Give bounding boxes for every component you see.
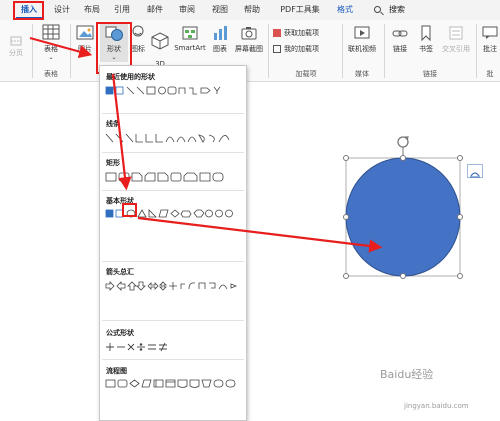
watermark-brand: Baidu经验: [380, 368, 434, 381]
rotate-handle[interactable]: [397, 136, 409, 157]
shapes-gallery-dropdown: 最近使用的形状 {} 线条 矩形: [99, 65, 247, 421]
resize-handle-top-right[interactable]: [457, 155, 463, 161]
gallery-divider: [102, 261, 244, 262]
gallery-heading-arrows: 箭头总汇: [106, 268, 134, 276]
resize-handle-bottom-left[interactable]: [343, 273, 349, 279]
gallery-divider: [102, 190, 244, 191]
gallery-divider: [102, 320, 244, 321]
gallery-heading-rectangles: 矩形: [106, 159, 120, 167]
layout-options-icon: [470, 172, 480, 178]
layout-options-button[interactable]: [467, 164, 483, 178]
resize-handle-bottom[interactable]: [400, 273, 406, 279]
canvas-overlay: [345, 136, 461, 277]
gallery-heading-recent: 最近使用的形状: [106, 73, 155, 81]
resize-handle-top-left[interactable]: [343, 155, 349, 161]
gallery-row-rectangles: [105, 172, 224, 182]
circle-shape[interactable]: [345, 157, 461, 277]
gallery-divider: [102, 113, 244, 114]
gallery-heading-flowchart: 流程图: [106, 367, 127, 375]
resize-handle-left[interactable]: [343, 214, 349, 220]
resize-handle-bottom-right[interactable]: [457, 273, 463, 279]
gallery-divider: [102, 359, 244, 360]
gallery-divider: [102, 152, 244, 153]
gallery-grid-flowchart: [105, 379, 236, 388]
gallery-heading-equation: 公式形状: [106, 329, 134, 337]
gallery-row-recent: {}: [105, 86, 221, 95]
resize-handle-top[interactable]: [400, 155, 406, 161]
gallery-row-equation: [106, 342, 167, 352]
gallery-grid-arrows: [105, 281, 238, 291]
gallery-heading-lines: 线条: [106, 120, 120, 128]
resize-handle-right[interactable]: [457, 214, 463, 220]
watermark-url: jingyan.baidu.com: [404, 402, 469, 410]
oval-shape-highlight: [122, 203, 137, 217]
gallery-row-lines: [105, 133, 230, 143]
